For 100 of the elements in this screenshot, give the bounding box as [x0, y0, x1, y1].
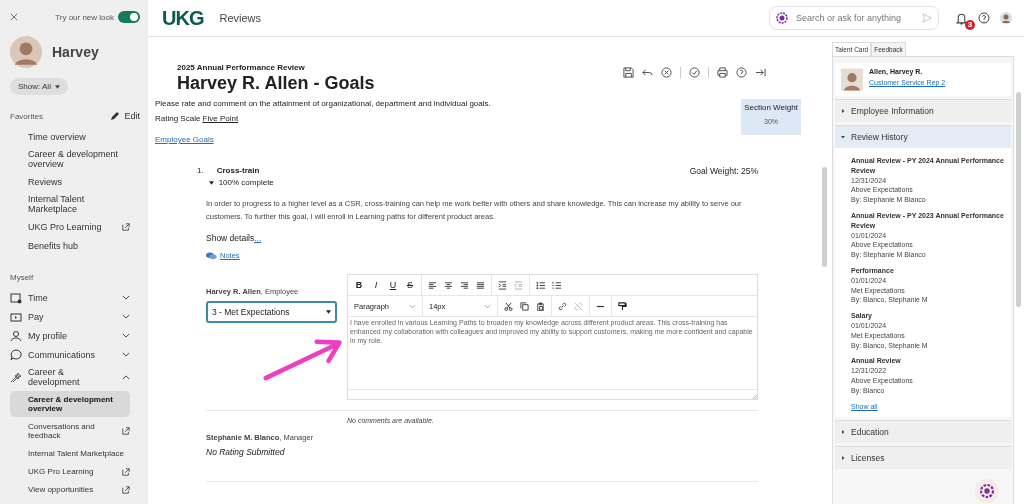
copy-icon[interactable] [520, 301, 529, 311]
format-button[interactable]: B [354, 280, 364, 290]
assistant-icon [979, 483, 995, 499]
avatar [10, 34, 42, 70]
align-icon[interactable] [460, 280, 469, 290]
nav-item[interactable]: Pay [28, 311, 116, 322]
accordion-header[interactable]: Licenses [835, 446, 1011, 470]
nav-item[interactable]: Communications [28, 349, 116, 360]
nav-item[interactable]: Time [28, 292, 116, 303]
accordion-header[interactable]: Employee Information [835, 99, 1011, 122]
edit-button[interactable]: Edit [110, 111, 140, 121]
caret-right-icon [841, 430, 845, 435]
external-link-icon [122, 467, 130, 476]
caret-icon [54, 84, 60, 89]
align-icon[interactable] [476, 280, 485, 290]
bell-icon[interactable] [955, 11, 968, 25]
align-icon[interactable] [444, 280, 453, 290]
chevron-down-icon[interactable] [122, 314, 130, 319]
format-button[interactable]: U [388, 280, 398, 290]
nav-subitem[interactable]: View opportunities [10, 481, 118, 498]
search-bar[interactable]: Search or ask for anything [769, 6, 939, 30]
assistant-icon [776, 12, 788, 24]
external-link-icon [122, 427, 130, 435]
rating-scale-link[interactable]: Five Point [202, 114, 239, 123]
paste-icon[interactable] [536, 301, 545, 311]
avatar[interactable] [1000, 12, 1012, 24]
rating-scale-label: Rating Scale [155, 114, 201, 123]
check-circle-icon[interactable] [689, 66, 700, 78]
manager-rating: No Rating Submitted [206, 447, 286, 457]
nav-subitem[interactable]: Internal Talent Marketplace [10, 445, 130, 462]
close-icon[interactable] [10, 13, 18, 21]
format-button[interactable]: S [405, 280, 415, 290]
chat-icon [10, 348, 22, 361]
link-icon[interactable] [558, 301, 567, 311]
money-icon [10, 310, 22, 323]
favorite-link[interactable]: Time overview [28, 131, 86, 142]
logo[interactable]: UKG [162, 6, 204, 30]
chevron-up-icon[interactable] [122, 374, 130, 380]
caret-right-icon [841, 109, 845, 113]
help-icon[interactable] [978, 12, 990, 24]
chevron-down-icon[interactable] [122, 352, 130, 357]
resize-handle-icon[interactable] [752, 394, 757, 399]
new-look-label: Try our new look [55, 12, 114, 22]
collapse-panel-icon[interactable] [755, 66, 766, 78]
nav-subitem[interactable]: Career & development overview [10, 391, 130, 417]
goal-weight: Goal Weight: 25% [689, 166, 758, 178]
format-button[interactable]: I [371, 280, 381, 290]
goal-name: Cross-train [216, 166, 261, 175]
chevron-down-icon [484, 303, 491, 309]
external-link-icon [122, 485, 130, 494]
indent-icon[interactable] [498, 280, 507, 290]
save-icon[interactable] [623, 66, 634, 78]
numbered-list-icon[interactable] [552, 280, 561, 290]
caret-down-icon [841, 135, 845, 139]
section-heading: Favorites [10, 111, 43, 121]
format-painter-icon[interactable] [618, 301, 627, 311]
align-icon[interactable] [428, 280, 437, 290]
avatar [841, 66, 863, 93]
shooting-star-icon [10, 371, 22, 383]
show-details-link[interactable]: ... [254, 233, 262, 243]
nav-subitem[interactable]: UKG Pro Learning [10, 463, 118, 480]
employee-goals-link[interactable]: Employee Goals [155, 135, 214, 144]
help-icon[interactable] [736, 66, 747, 78]
accordion-header[interactable]: Education [835, 420, 1011, 444]
favorite-link[interactable]: UKG Pro Learning [28, 221, 102, 232]
accordion-header[interactable]: Review History [835, 125, 1011, 148]
nav-subitem[interactable]: Conversations and feedback [10, 418, 118, 444]
calendar-icon [10, 291, 22, 304]
chevron-down-icon[interactable] [122, 295, 130, 300]
nav-item[interactable]: My profile [28, 330, 116, 341]
nav-item[interactable]: Career & development [28, 367, 116, 387]
section-weight-label: Section Weight [743, 103, 799, 112]
page-title: Reviews [219, 12, 262, 24]
review-title: Harvey R. Allen - Goals [177, 73, 375, 94]
filter-dropdown[interactable]: Show: All [10, 78, 68, 95]
favorite-link[interactable]: Internal Talent Marketplace [28, 194, 130, 214]
cut-icon[interactable] [504, 301, 513, 311]
notification-badge: 3 [965, 19, 975, 30]
caret-right-icon [841, 456, 845, 461]
external-link-icon [122, 222, 130, 231]
new-look-toggle[interactable] [118, 11, 140, 23]
scrollbar[interactable] [822, 167, 827, 267]
caret-icon[interactable] [208, 180, 214, 185]
chat-bubbles-icon [206, 251, 217, 260]
rating-dropdown[interactable]: 3 - Met Expectations [206, 301, 337, 323]
favorite-link[interactable]: Reviews [28, 176, 62, 187]
favorite-link[interactable]: Benefits hub [28, 240, 79, 251]
scrollbar[interactable] [1016, 92, 1021, 307]
section-heading: Myself [10, 273, 35, 282]
print-icon[interactable] [717, 66, 728, 78]
cancel-icon[interactable] [661, 66, 672, 78]
person-icon [10, 329, 22, 342]
bullet-list-icon[interactable] [536, 280, 545, 290]
pencil-icon [110, 111, 121, 121]
favorite-link[interactable]: Career & development overview [28, 149, 130, 169]
goal-number: 1. [197, 166, 204, 177]
search-field[interactable]: Search or ask for anything [794, 12, 916, 24]
chevron-down-icon [409, 303, 416, 309]
chevron-down-icon[interactable] [122, 333, 130, 338]
caret-icon [326, 310, 331, 314]
